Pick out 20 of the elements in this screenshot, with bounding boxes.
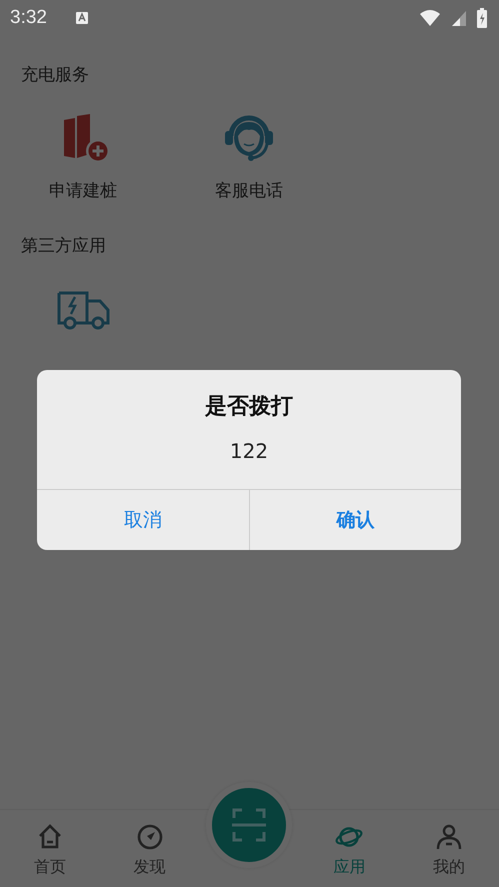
confirm-button[interactable]: 确认 (249, 490, 461, 550)
section-title: 第三方应用 (20, 235, 107, 258)
clock-time: 3:32 (10, 6, 47, 28)
nav-tab[interactable]: 我的 (399, 810, 499, 887)
nav-tab[interactable]: 首页 (0, 810, 100, 887)
person-icon (435, 823, 464, 851)
section-title: 充电服务 (20, 64, 90, 87)
nav-tab[interactable]: 发现 (100, 810, 200, 887)
dialog-title: 是否拨打 (204, 393, 294, 421)
nav-tab[interactable]: 应用 (299, 810, 400, 887)
app-label[interactable]: 申请建桩 (49, 180, 117, 202)
app-label[interactable]: 客服电话 (215, 180, 283, 202)
keyboard-notification-icon (74, 10, 89, 24)
signal-icon (451, 8, 467, 26)
dialog-message: 122 (228, 438, 270, 464)
scan-frame-icon (232, 808, 266, 842)
cancel-button[interactable]: 取消 (37, 490, 249, 550)
battery-icon (477, 8, 487, 28)
compass-icon (136, 823, 164, 851)
wifi-icon (419, 8, 441, 26)
